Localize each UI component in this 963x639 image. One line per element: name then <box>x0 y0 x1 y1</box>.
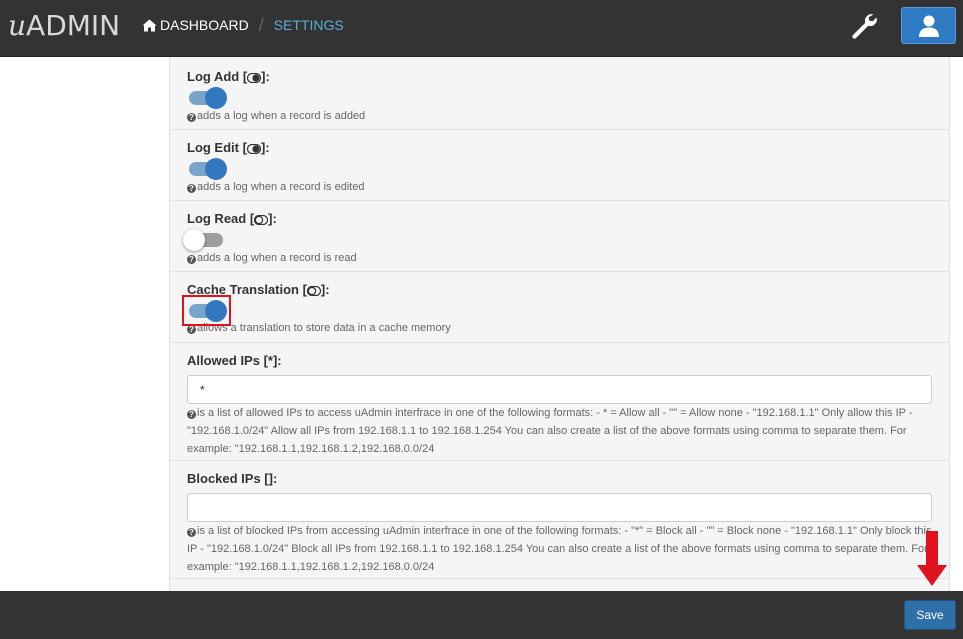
wrench-icon[interactable] <box>849 11 879 41</box>
logo-u: u <box>8 9 27 42</box>
breadcrumb-settings[interactable]: SETTINGS <box>274 16 344 34</box>
setting-label: Log Add []: <box>187 69 270 84</box>
user-icon <box>918 15 939 37</box>
setting-label: Cache Translation []: <box>187 282 330 297</box>
help-icon: ? <box>187 325 196 334</box>
setting-help: ? allows a translation to store data in a… <box>187 319 937 337</box>
blocked-ips-input[interactable] <box>187 493 932 522</box>
breadcrumb-dashboard-label: DASHBOARD <box>160 17 249 33</box>
user-menu-button[interactable] <box>901 7 956 44</box>
logo[interactable]: uADMIN <box>8 8 120 44</box>
setting-log-add: Log Add []: ? adds a log when a record is… <box>170 57 949 130</box>
allowed-ips-input[interactable] <box>187 375 932 404</box>
bottom-toolbar <box>0 591 963 639</box>
setting-label: Log Read []: <box>187 211 277 226</box>
setting-log-edit: Log Edit []: ? adds a log when a record i… <box>170 130 949 201</box>
setting-label: Blocked IPs []: <box>187 471 278 486</box>
logo-text: ADMIN <box>26 9 121 42</box>
top-navbar: uADMIN DASHBOARD / SETTINGS <box>0 0 963 57</box>
setting-help: ? adds a log when a record is edited <box>187 178 937 196</box>
setting-blocked-ips: Blocked IPs []: ? is a list of blocked IP… <box>170 461 949 579</box>
toggle-off-icon <box>306 286 321 296</box>
setting-label: Allowed IPs [*]: <box>187 353 282 368</box>
settings-panel: Log Add []: ? adds a log when a record is… <box>169 57 950 591</box>
breadcrumb: DASHBOARD / SETTINGS <box>142 16 344 34</box>
breadcrumb-dashboard[interactable]: DASHBOARD <box>142 16 249 34</box>
setting-help: ? adds a log when a record is read <box>187 249 937 267</box>
setting-cache-translation: Cache Translation []: ? allows a translat… <box>170 272 949 343</box>
help-icon: ? <box>187 113 196 122</box>
setting-allowed-ips: Allowed IPs [*]: ?is a list of allowed I… <box>170 343 949 461</box>
help-icon: ? <box>187 184 196 193</box>
toggle-on-icon <box>247 73 262 83</box>
save-button[interactable]: Save <box>904 600 956 630</box>
log-add-toggle[interactable] <box>187 87 227 109</box>
setting-help: ? adds a log when a record is added <box>187 107 937 125</box>
help-icon: ? <box>187 255 196 264</box>
toggle-off-icon <box>254 215 269 225</box>
home-icon <box>142 19 157 31</box>
breadcrumb-separator: / <box>258 15 264 35</box>
help-icon: ? <box>187 410 196 419</box>
setting-help: ? is a list of blocked IPs from accessing… <box>187 525 932 573</box>
log-read-toggle[interactable] <box>183 229 227 251</box>
toggle-on-icon <box>246 144 261 154</box>
setting-label: Log Edit []: <box>187 140 270 155</box>
setting-help: ? is a list of allowed IPs to access uAdm… <box>187 407 913 455</box>
help-icon: ? <box>187 528 196 537</box>
setting-log-read: Log Read []: ? adds a log when a record i… <box>170 201 949 272</box>
log-edit-toggle[interactable] <box>187 158 227 180</box>
